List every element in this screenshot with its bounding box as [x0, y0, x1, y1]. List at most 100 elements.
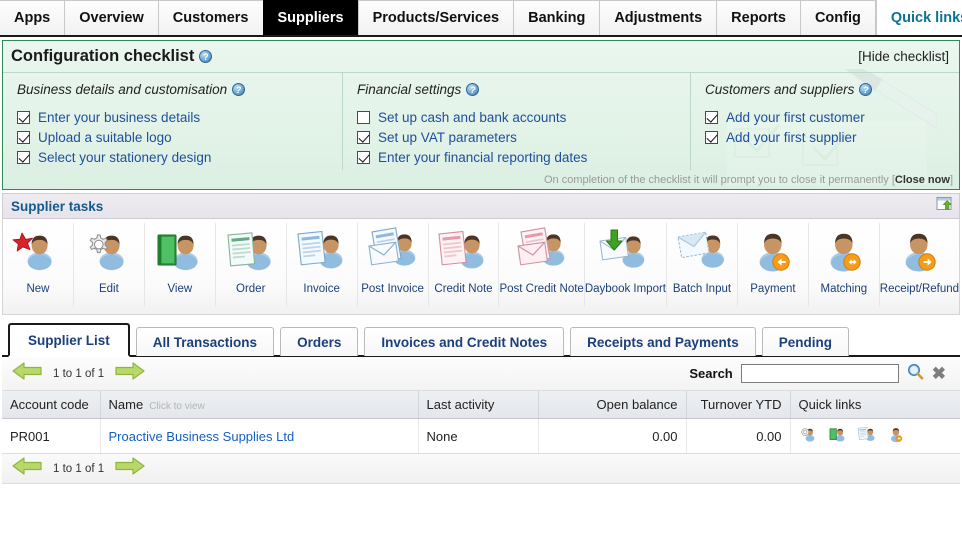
- help-icon[interactable]: ?: [466, 83, 480, 96]
- task-payment[interactable]: Payment: [738, 223, 809, 307]
- person-arrow-both-icon[interactable]: [817, 227, 871, 280]
- task-new[interactable]: New: [3, 223, 74, 307]
- checklist-checkbox[interactable]: [357, 111, 370, 124]
- task-batch-input[interactable]: Batch Input: [667, 223, 738, 307]
- checklist-checkbox[interactable]: [17, 151, 30, 164]
- nav-item-label: Customers: [172, 10, 249, 26]
- nav-item-config[interactable]: Config: [799, 0, 875, 35]
- nav-item-label: Reports: [731, 10, 786, 26]
- checklist-checkbox[interactable]: [17, 131, 30, 144]
- person-star-icon[interactable]: [11, 227, 65, 280]
- nav-item-quick-links[interactable]: Quick links: [875, 0, 962, 35]
- column-header-turnover-ytd[interactable]: Turnover YTD: [686, 391, 791, 419]
- person-book-icon[interactable]: [153, 227, 207, 280]
- nav-item-adjustments[interactable]: Adjustments: [599, 0, 717, 35]
- person-credit-note-icon[interactable]: [436, 227, 490, 280]
- quick-link-edit-icon[interactable]: [799, 425, 819, 447]
- column-header-account-code[interactable]: Account code: [2, 391, 101, 419]
- task-order[interactable]: Order: [216, 223, 287, 307]
- person-invoice-envelope-icon[interactable]: [366, 227, 420, 280]
- person-arrow-right-icon[interactable]: [892, 227, 946, 280]
- nav-item-suppliers[interactable]: Suppliers: [262, 0, 358, 35]
- task-edit[interactable]: Edit: [74, 223, 145, 307]
- arrow-left-icon-bottom[interactable]: [12, 457, 42, 480]
- checklist-item[interactable]: Upload a suitable logo: [17, 130, 342, 145]
- quick-link-view-icon[interactable]: [828, 425, 848, 447]
- checklist-checkbox[interactable]: [705, 111, 718, 124]
- tab-label: All Transactions: [152, 335, 258, 350]
- person-batch-envelope-icon[interactable]: [675, 227, 729, 280]
- help-icon[interactable]: ?: [859, 83, 873, 96]
- checklist-checkbox[interactable]: [17, 111, 30, 124]
- checklist-checkbox[interactable]: [357, 151, 370, 164]
- nav-item-overview[interactable]: Overview: [64, 0, 158, 35]
- tab-orders[interactable]: Orders: [280, 327, 359, 356]
- table-row[interactable]: PR001 Proactive Business Supplies Ltd No…: [2, 418, 960, 454]
- checklist-item[interactable]: Enter your financial reporting dates: [357, 150, 690, 165]
- task-invoice[interactable]: Invoice: [287, 223, 358, 307]
- checklist-item[interactable]: Select your stationery design: [17, 150, 342, 165]
- person-order-document-icon[interactable]: [224, 227, 278, 280]
- checklist-item[interactable]: Add your first customer: [705, 110, 959, 125]
- tab-all-transactions[interactable]: All Transactions: [135, 327, 275, 356]
- checklist-item-label[interactable]: Set up VAT parameters: [378, 130, 517, 145]
- nav-item-customers[interactable]: Customers: [157, 0, 263, 35]
- checklist-item[interactable]: Add your first supplier: [705, 130, 959, 145]
- cell-name[interactable]: Proactive Business Supplies Ltd: [100, 418, 419, 454]
- column-header-label: Quick links: [798, 397, 862, 412]
- close-now-link[interactable]: Close now: [895, 174, 950, 186]
- arrow-right-icon-bottom[interactable]: [115, 457, 145, 480]
- arrow-left-icon[interactable]: [12, 362, 42, 385]
- task-label: Post Credit Note: [499, 283, 584, 295]
- checklist-item-label[interactable]: Add your first customer: [726, 110, 865, 125]
- checklist-item[interactable]: Set up cash and bank accounts: [357, 110, 690, 125]
- person-arrow-left-icon[interactable]: [746, 227, 800, 280]
- nav-item-reports[interactable]: Reports: [716, 0, 800, 35]
- task-view[interactable]: View: [145, 223, 216, 307]
- magnifier-icon[interactable]: [907, 363, 924, 385]
- checklist-item-label[interactable]: Select your stationery design: [38, 150, 211, 165]
- tab-supplier-list[interactable]: Supplier List: [8, 323, 130, 357]
- task-credit-note[interactable]: Credit Note: [429, 223, 500, 307]
- task-daybook-import[interactable]: Daybook Import: [585, 223, 668, 307]
- person-invoice-icon[interactable]: [295, 227, 349, 280]
- column-header-last-activity[interactable]: Last activity: [418, 391, 539, 419]
- task-matching[interactable]: Matching: [809, 223, 880, 307]
- nav-item-banking[interactable]: Banking: [513, 0, 600, 35]
- nav-item-products-services[interactable]: Products/Services: [357, 0, 514, 35]
- arrow-right-icon[interactable]: [115, 362, 145, 385]
- checklist-checkbox[interactable]: [705, 131, 718, 144]
- tab-receipts-and-payments[interactable]: Receipts and Payments: [570, 327, 756, 356]
- person-import-arrow-icon[interactable]: [598, 227, 652, 280]
- search-input[interactable]: [740, 364, 899, 383]
- checklist-item-label[interactable]: Add your first supplier: [726, 130, 857, 145]
- help-icon[interactable]: ?: [232, 83, 246, 96]
- column-header-quick-links[interactable]: Quick links: [790, 391, 960, 419]
- supplier-tasks-title: Supplier tasks: [11, 198, 104, 214]
- checklist-checkbox[interactable]: [357, 131, 370, 144]
- quick-link-payment-icon[interactable]: [886, 425, 906, 447]
- supplier-name-link[interactable]: Proactive Business Supplies Ltd: [109, 429, 295, 444]
- help-icon[interactable]: ?: [199, 50, 213, 63]
- hide-checklist-link[interactable]: [Hide checklist]: [858, 49, 949, 64]
- checklist-item-label[interactable]: Set up cash and bank accounts: [378, 110, 566, 125]
- column-title-text: Business details and customisation: [17, 82, 228, 97]
- checklist-item-label[interactable]: Enter your business details: [38, 110, 200, 125]
- column-header-open-balance[interactable]: Open balance: [538, 391, 687, 419]
- task-post-credit-note[interactable]: Post Credit Note: [499, 223, 585, 307]
- checklist-item[interactable]: Enter your business details: [17, 110, 342, 125]
- tab-invoices-and-credit-notes[interactable]: Invoices and Credit Notes: [364, 327, 565, 356]
- column-header-name[interactable]: Name Click to view: [100, 391, 419, 419]
- window-collapse-icon[interactable]: [936, 196, 953, 217]
- task-post-invoice[interactable]: Post Invoice: [358, 223, 429, 307]
- nav-item-apps[interactable]: Apps: [0, 0, 65, 35]
- person-gear-icon[interactable]: [82, 227, 136, 280]
- checklist-item[interactable]: Set up VAT parameters: [357, 130, 690, 145]
- checklist-item-label[interactable]: Enter your financial reporting dates: [378, 150, 587, 165]
- close-icon[interactable]: ✖: [932, 365, 946, 382]
- checklist-item-label[interactable]: Upload a suitable logo: [38, 130, 172, 145]
- quick-link-invoice-icon[interactable]: [857, 425, 877, 447]
- task-receipt-refund[interactable]: Receipt/Refund: [880, 223, 959, 307]
- tab-pending[interactable]: Pending: [761, 327, 849, 356]
- person-credit-note-envelope-icon[interactable]: [515, 227, 569, 280]
